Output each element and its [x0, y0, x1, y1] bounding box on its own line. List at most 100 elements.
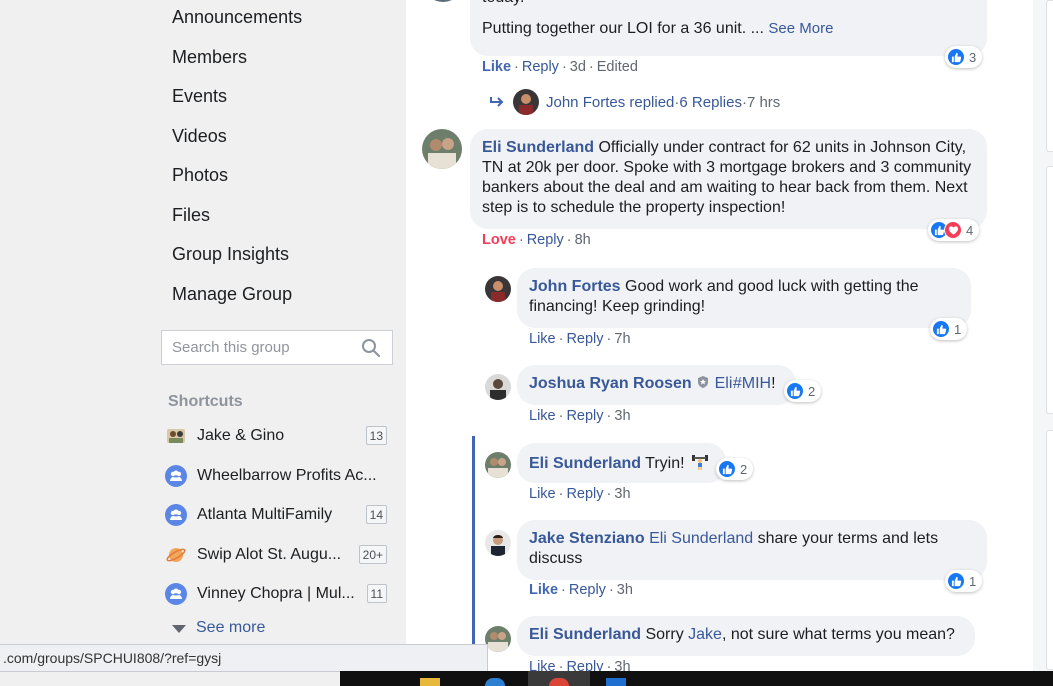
like-button[interactable]: Like [529, 486, 556, 502]
shortcut-label: Jake & Gino [197, 427, 285, 444]
mention-link[interactable]: Eli [715, 375, 733, 392]
comment-actions: Like · Reply · 3h [529, 408, 631, 424]
timestamp[interactable]: 3h [614, 486, 630, 502]
nav-members[interactable]: Members [172, 47, 247, 68]
app-icon[interactable] [606, 678, 626, 686]
edited-label[interactable]: Edited [597, 59, 638, 75]
reaction-summary[interactable]: 1 [930, 318, 968, 340]
jake-gino-avatar-icon [165, 425, 187, 447]
replies-summary-link[interactable]: John Fortes replied · 6 Replies · 7 hrs [489, 89, 780, 115]
comment-author[interactable]: John Fortes [529, 278, 621, 295]
love-button[interactable]: Love [482, 232, 516, 248]
group-search-box [161, 330, 393, 365]
avatar[interactable] [485, 452, 511, 478]
comment-actions: Like · Reply · 3d · Edited [482, 59, 638, 75]
see-more-link[interactable]: See More [768, 20, 833, 37]
see-more-label: See more [196, 619, 266, 636]
reply-arrow-icon [490, 97, 504, 107]
comment-body: Putting together our LOI for a 36 unit. … [482, 20, 764, 37]
reply-button[interactable]: Reply [566, 408, 603, 424]
timestamp[interactable]: 3d [570, 59, 586, 75]
planet-icon [165, 544, 187, 566]
reply-bubble: Jake Stenziano Eli Sunderland share your… [517, 520, 987, 580]
shortcut-item[interactable]: Vinney Chopra | Mul... 11 [165, 582, 390, 606]
timestamp[interactable]: 8h [575, 232, 591, 248]
reply-button[interactable]: Reply [522, 59, 559, 75]
reply-button[interactable]: Reply [566, 331, 603, 347]
mention-link[interactable]: Jake [688, 626, 722, 643]
reply-button[interactable]: Reply [569, 582, 606, 598]
reaction-summary[interactable]: 1 [945, 570, 983, 592]
shortcut-item[interactable]: Swip Alot St. Augu... 20+ [165, 543, 390, 567]
nav-videos[interactable]: Videos [172, 126, 227, 147]
shortcut-label: Wheelbarrow Profits Ac... [197, 467, 377, 484]
reply-bubble: Joshua Ryan Roosen Eli #MIH! [517, 365, 796, 405]
notification-count-badge: 20+ [358, 545, 387, 564]
shortcut-item[interactable]: Jake & Gino 13 [165, 424, 390, 448]
reaction-summary[interactable]: 4 [928, 219, 980, 241]
chevron-down-icon [172, 625, 186, 633]
notification-count-badge: 13 [365, 426, 387, 445]
thread-highlight-bar [472, 436, 475, 676]
avatar [513, 89, 539, 115]
reply-bubble: John Fortes Good work and good luck with… [517, 268, 971, 328]
comment-author[interactable]: Eli Sunderland [482, 139, 594, 156]
edge-icon[interactable] [485, 678, 505, 686]
group-icon [165, 583, 187, 605]
avatar[interactable] [485, 374, 511, 400]
nav-photos[interactable]: Photos [172, 165, 228, 186]
comment-text-partial: today. [482, 0, 975, 8]
comment-body-pre: Sorry [645, 626, 684, 643]
nav-events[interactable]: Events [172, 86, 227, 107]
group-icon [165, 504, 187, 526]
shortcut-label: Atlanta MultiFamily [197, 506, 333, 523]
love-reaction-icon [944, 221, 962, 239]
avatar[interactable] [422, 129, 462, 169]
timestamp[interactable]: 3h [617, 582, 633, 598]
reply-button[interactable]: Reply [527, 232, 564, 248]
comment-author[interactable]: Eli Sunderland [529, 626, 641, 643]
group-icon [165, 465, 187, 487]
hashtag-link[interactable]: #MIH [733, 375, 771, 392]
timestamp[interactable]: 3h [614, 408, 630, 424]
timestamp[interactable]: 7h [614, 331, 630, 347]
like-button[interactable]: Like [529, 408, 556, 424]
group-search-input[interactable] [162, 339, 352, 356]
reaction-summary[interactable]: 3 [945, 46, 983, 68]
weightlifter-emoji-icon [692, 455, 709, 470]
shortcuts-heading: Shortcuts [168, 393, 243, 410]
admin-badge-icon [698, 376, 709, 388]
nav-group-insights[interactable]: Group Insights [172, 244, 289, 265]
chrome-icon[interactable] [549, 678, 569, 686]
left-sidebar: Announcements Members Events Videos Phot… [0, 0, 406, 686]
shortcut-label: Swip Alot St. Augu... [197, 546, 342, 563]
nav-files[interactable]: Files [172, 205, 210, 226]
avatar[interactable] [485, 530, 511, 556]
nav-manage-group[interactable]: Manage Group [172, 284, 292, 305]
comment-author[interactable]: Jake Stenziano [529, 530, 645, 547]
avatar[interactable] [485, 276, 511, 302]
comment-author[interactable]: Eli Sunderland [529, 455, 641, 472]
reply-button[interactable]: Reply [566, 486, 603, 502]
like-reaction-icon [932, 320, 950, 338]
avatar[interactable] [485, 626, 511, 652]
nav-announcements[interactable]: Announcements [172, 7, 302, 28]
reaction-summary[interactable]: 2 [784, 380, 822, 402]
like-button[interactable]: Like [482, 59, 511, 75]
mention-link[interactable]: Eli Sunderland [649, 530, 753, 547]
like-button[interactable]: Like [529, 331, 556, 347]
search-icon[interactable] [361, 338, 381, 358]
reaction-summary[interactable]: 2 [716, 458, 754, 480]
comment-bubble: Eli Sunderland Officially under contract… [470, 129, 987, 229]
comment-author[interactable]: Joshua Ryan Roosen [529, 375, 692, 392]
like-button[interactable]: Like [529, 582, 558, 598]
replies-count: 6 Replies [679, 93, 742, 111]
reaction-count: 1 [969, 573, 977, 589]
notification-count-badge: 11 [366, 584, 387, 603]
shortcut-item[interactable]: Atlanta MultiFamily 14 [165, 503, 390, 527]
taskbar [340, 671, 1053, 686]
like-reaction-icon [718, 460, 736, 478]
file-explorer-icon[interactable] [420, 678, 440, 686]
see-more-shortcuts-link[interactable]: See more [172, 619, 265, 637]
shortcut-item[interactable]: Wheelbarrow Profits Ac... [165, 464, 390, 488]
